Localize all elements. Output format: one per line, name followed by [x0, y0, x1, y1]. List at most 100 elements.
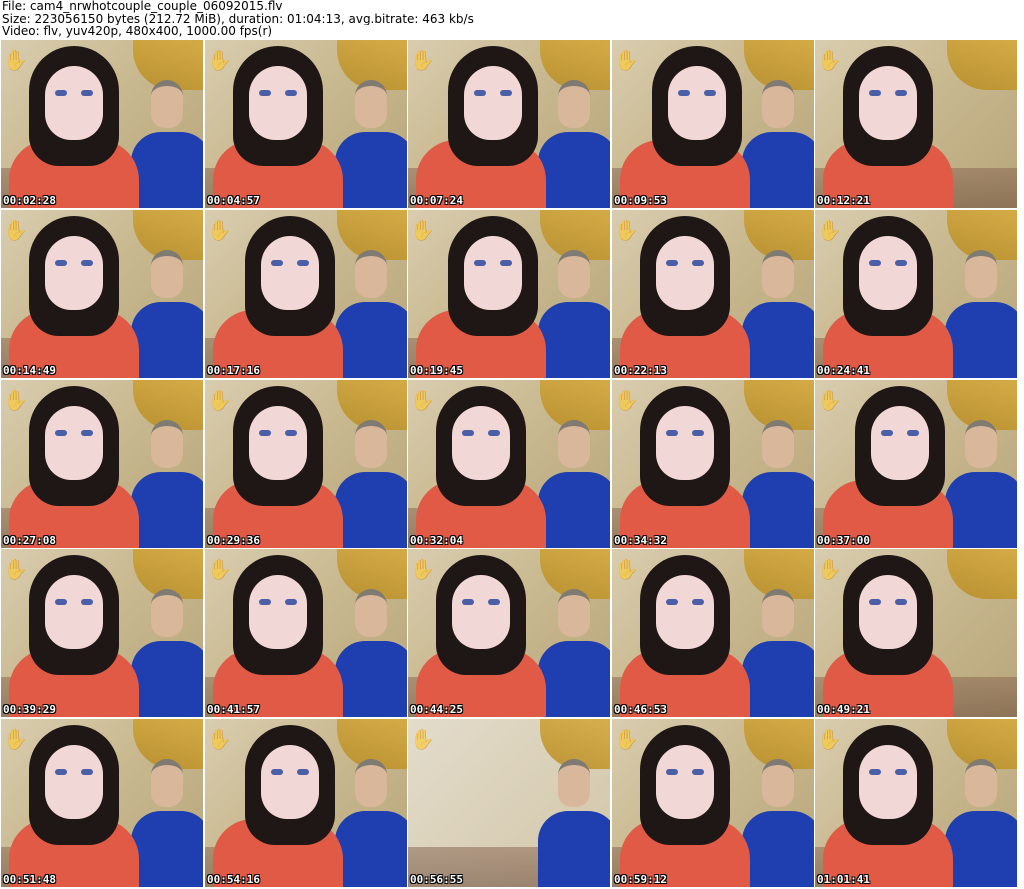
man-head	[355, 420, 387, 468]
wall-hand-print: ✋	[817, 727, 842, 751]
woman-eye-left	[259, 90, 271, 96]
woman-eye-right	[907, 430, 919, 436]
woman-eye-left	[666, 599, 678, 605]
woman-face	[452, 575, 510, 649]
woman-face	[45, 66, 103, 140]
video-thumbnail: ✋ 00:49:21	[815, 549, 1017, 717]
video-thumbnail: ✋ 00:04:57	[205, 40, 407, 208]
woman-face	[656, 406, 714, 480]
woman-eye-left	[259, 599, 271, 605]
woman-face	[45, 236, 103, 310]
woman-eye-left	[55, 90, 67, 96]
man-blue-shirt	[131, 472, 203, 548]
wall-hand-print: ✋	[3, 727, 28, 751]
woman-eye-left	[55, 769, 67, 775]
woman-eye-right	[692, 430, 704, 436]
thumbnail-timestamp: 00:49:21	[817, 703, 870, 716]
video-thumbnail: ✋ 00:51:48	[1, 719, 203, 887]
wall-hand-print: ✋	[410, 218, 435, 242]
man-blue-shirt	[742, 811, 814, 887]
man-blue-shirt	[538, 302, 610, 378]
man-blue-shirt	[538, 811, 610, 887]
video-thumbnail: ✋ 00:32:04	[408, 380, 610, 548]
wall-hand-print: ✋	[207, 48, 232, 72]
wall-hand-print: ✋	[3, 388, 28, 412]
video-thumbnail: ✋ 00:24:41	[815, 210, 1017, 378]
woman-eye-right	[500, 90, 512, 96]
woman-face	[656, 745, 714, 819]
woman-face	[859, 66, 917, 140]
woman-face	[249, 406, 307, 480]
woman-eye-right	[500, 260, 512, 266]
man-head	[762, 759, 794, 807]
man-blue-shirt	[742, 302, 814, 378]
man-blue-shirt	[742, 472, 814, 548]
woman-eye-right	[81, 769, 93, 775]
video-thumbnail: ✋ 00:22:13	[612, 210, 814, 378]
woman-eye-left	[474, 90, 486, 96]
video-thumbnail: ✋ 00:27:08	[1, 380, 203, 548]
man-blue-shirt	[335, 302, 407, 378]
thumbnail-timestamp: 00:14:49	[3, 364, 56, 377]
man-blue-shirt	[742, 132, 814, 208]
wall-hand-print: ✋	[3, 557, 28, 581]
thumbnail-timestamp: 00:12:21	[817, 194, 870, 207]
man-blue-shirt	[335, 641, 407, 717]
wall-hand-print: ✋	[410, 388, 435, 412]
man-head	[355, 589, 387, 637]
man-head	[558, 420, 590, 468]
woman-eye-right	[488, 599, 500, 605]
man-head	[558, 80, 590, 128]
man-head	[762, 589, 794, 637]
wall-hand-print: ✋	[614, 218, 639, 242]
man-head	[762, 420, 794, 468]
video-thumbnail: ✋ 00:37:00	[815, 380, 1017, 548]
wall-hand-print: ✋	[410, 557, 435, 581]
man-blue-shirt	[131, 811, 203, 887]
video-thumbnail: ✋ 00:14:49	[1, 210, 203, 378]
wall-hand-print: ✋	[3, 48, 28, 72]
woman-face	[261, 745, 319, 819]
thumbnail-timestamp: 00:51:48	[3, 873, 56, 886]
man-blue-shirt	[742, 641, 814, 717]
video-thumbnail: ✋ 00:29:36	[205, 380, 407, 548]
woman-eye-left	[881, 430, 893, 436]
woman-eye-left	[271, 260, 283, 266]
file-info-header: File: cam4_nrwhotcouple_couple_06092015.…	[2, 0, 1022, 38]
man-head	[558, 250, 590, 298]
woman-eye-right	[81, 599, 93, 605]
woman-eye-right	[692, 769, 704, 775]
video-thumbnail: ✋ 00:07:24	[408, 40, 610, 208]
video-thumbnail: ✋ 00:59:12	[612, 719, 814, 887]
thumbnail-timestamp: 00:44:25	[410, 703, 463, 716]
man-head	[762, 250, 794, 298]
man-blue-shirt	[131, 132, 203, 208]
woman-eye-right	[895, 769, 907, 775]
video-thumbnail: ✋ 00:12:21	[815, 40, 1017, 208]
woman-face	[656, 575, 714, 649]
man-blue-shirt	[335, 472, 407, 548]
man-blue-shirt	[538, 641, 610, 717]
wall-hand-print: ✋	[614, 48, 639, 72]
thumbnail-timestamp: 01:01:41	[817, 873, 870, 886]
woman-eye-right	[81, 260, 93, 266]
file-name-line: File: cam4_nrwhotcouple_couple_06092015.…	[2, 0, 283, 13]
video-thumbnail: ✋ 00:41:57	[205, 549, 407, 717]
video-thumbnail: ✋ 00:54:16	[205, 719, 407, 887]
video-info-line: Video: flv, yuv420p, 480x400, 1000.00 fp…	[2, 25, 273, 38]
man-head	[558, 589, 590, 637]
woman-eye-left	[271, 769, 283, 775]
woman-eye-left	[55, 260, 67, 266]
woman-eye-left	[869, 90, 881, 96]
man-blue-shirt	[945, 811, 1017, 887]
wall-hand-print: ✋	[207, 557, 232, 581]
woman-eye-right	[285, 599, 297, 605]
video-thumbnail: ✋ 00:19:45	[408, 210, 610, 378]
woman-face	[871, 406, 929, 480]
video-thumbnail: ✋ 00:02:28	[1, 40, 203, 208]
man-blue-shirt	[335, 811, 407, 887]
woman-face	[45, 406, 103, 480]
woman-face	[464, 236, 522, 310]
woman-face	[859, 575, 917, 649]
woman-eye-right	[297, 769, 309, 775]
